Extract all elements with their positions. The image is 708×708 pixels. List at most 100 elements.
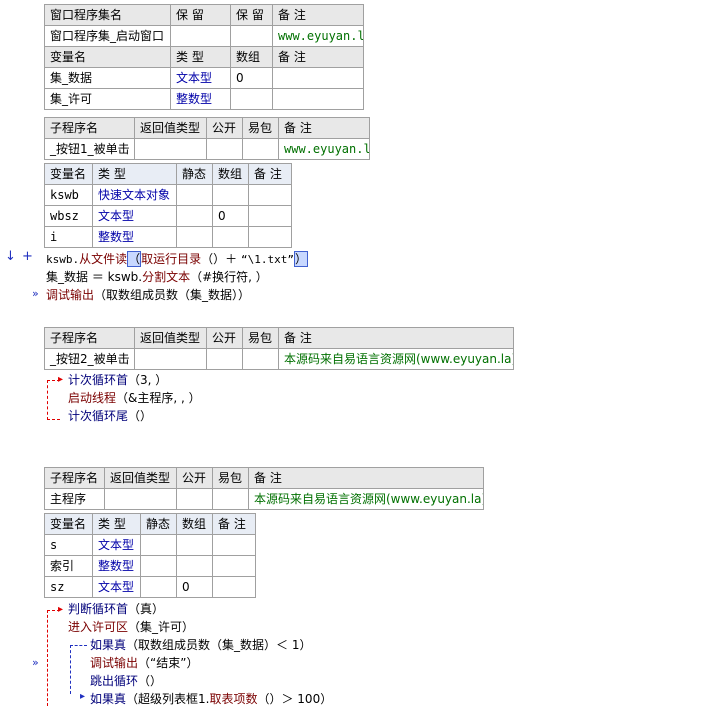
public-cell[interactable] (176, 488, 213, 510)
var-static-cell[interactable] (140, 534, 177, 556)
sub2-table: 子程序名 返回值类型 公开 易包 备 注 _按钮2_被单击 本源码来自易语言资源… (44, 327, 514, 370)
package-cell[interactable] (242, 348, 279, 370)
code-args-end: ） (186, 656, 199, 670)
var-array-cell[interactable] (212, 226, 249, 248)
header-return-type: 返回值类型 (134, 327, 207, 349)
header-return-type: 返回值类型 (134, 117, 207, 139)
breakpoint-icon[interactable]: » (32, 656, 39, 669)
code-line-enter-lock[interactable]: 进入许可区（集_许可） (68, 618, 194, 636)
var-type-cell[interactable]: 文本型 (92, 205, 177, 227)
header-package: 易包 (242, 117, 279, 139)
text-cursor-end: ） (294, 251, 309, 267)
var-note-cell[interactable] (248, 226, 292, 248)
var-type-cell[interactable]: 文本型 (170, 67, 231, 89)
var-type-cell[interactable]: 文本型 (92, 534, 141, 556)
sub-name-cell[interactable]: _按钮2_被单击 (44, 348, 135, 370)
var-name-cell[interactable]: 索引 (44, 555, 93, 577)
var-name-cell[interactable]: 集_数据 (44, 67, 171, 89)
code-function: 取运行目录 (141, 252, 202, 266)
code-args: （超级列表框1. (126, 692, 210, 706)
assembly-note-cell[interactable]: www.eyuyan.la (272, 25, 364, 47)
return-type-cell[interactable] (104, 488, 177, 510)
header-var-type: 类 型 (92, 513, 141, 535)
var-type-cell[interactable]: 整数型 (170, 88, 231, 110)
code-function: 进入许可区 (68, 620, 129, 634)
code-args: （） (138, 674, 163, 688)
var-name-cell[interactable]: kswb (44, 184, 93, 206)
var-array-cell[interactable] (212, 184, 249, 206)
var-name-cell[interactable]: 集_许可 (44, 88, 171, 110)
sub-note-cell[interactable]: 本源码来自易语言资源网(www.eyuyan.la) (248, 488, 484, 510)
public-cell[interactable] (206, 138, 243, 160)
code-function: 调试输出 (46, 288, 95, 302)
header-public: 公开 (206, 117, 243, 139)
var-array-cell[interactable]: 0 (176, 576, 213, 598)
header-reserve-1: 保 留 (170, 4, 231, 26)
sub-note-cell[interactable]: www.eyuyan.la (278, 138, 370, 160)
var-name-cell[interactable]: wbsz (44, 205, 93, 227)
var-array-cell[interactable]: 0 (230, 67, 273, 89)
sub-name-cell[interactable]: _按钮1_被单击 (44, 138, 135, 160)
var-type-cell[interactable]: 快速文本对象 (92, 184, 177, 206)
code-line-split-text[interactable]: 集_数据 ＝ kswb.分割文本（#换行符, ） (46, 268, 268, 286)
var-note-cell[interactable] (212, 555, 256, 577)
code-method: 从文件读 (79, 252, 128, 266)
var-name-cell[interactable]: s (44, 534, 93, 556)
code-line-read-file[interactable]: kswb.从文件读（取运行目录（）＋ “\1.txt”） (46, 250, 309, 269)
code-line-start-thread[interactable]: 启动线程（&主程序, , ） (68, 389, 201, 407)
header-var-note: 备 注 (212, 513, 256, 535)
header-note: 备 注 (278, 117, 370, 139)
package-cell[interactable] (212, 488, 249, 510)
var-static-cell[interactable] (140, 576, 177, 598)
header-var-static: 静态 (140, 513, 177, 535)
code-line-loop-end[interactable]: 计次循环尾（） (68, 407, 152, 425)
plus-icon[interactable]: + (22, 249, 33, 264)
sub3-vars-table: 变量名 类 型 静态 数组 备 注 s 文本型 索引 整数型 sz 文本型 0 (44, 513, 256, 598)
var-note-cell[interactable] (272, 88, 364, 110)
sub-name-cell[interactable]: 主程序 (44, 488, 105, 510)
code-keyword: 跳出循环 (90, 674, 139, 688)
code-object: kswb. (46, 253, 80, 266)
var-static-cell[interactable] (176, 226, 213, 248)
var-name-cell[interactable]: i (44, 226, 93, 248)
code-line-debug-end[interactable]: 调试输出（“结束”） (90, 654, 198, 672)
code-line-if-count[interactable]: 如果真（超级列表框1.取表项数（）＞ 100） (90, 690, 332, 708)
assembly-name-cell[interactable]: 窗口程序集_启动窗口 (44, 25, 171, 47)
code-line-break-loop[interactable]: 跳出循环（） (90, 672, 162, 690)
reserve-cell-2[interactable] (230, 25, 273, 47)
public-cell[interactable] (206, 348, 243, 370)
code-keyword: 如果真 (90, 692, 127, 706)
var-type-cell[interactable]: 整数型 (92, 555, 141, 577)
header-var-note: 备 注 (248, 163, 292, 185)
code-line-if-empty[interactable]: 如果真（取数组成员数（集_数据）＜ 1） (90, 636, 311, 654)
var-note-cell[interactable] (248, 184, 292, 206)
var-note-cell[interactable] (212, 576, 256, 598)
sub-note-cell[interactable]: 本源码来自易语言资源网(www.eyuyan.la) (278, 348, 514, 370)
down-arrow-icon: ↓ (5, 249, 16, 264)
var-array-cell[interactable] (230, 88, 273, 110)
code-line-while-start[interactable]: 判断循环首（真） (68, 600, 164, 618)
code-line-debug-output[interactable]: 调试输出（取数组成员数（集_数据）） (46, 286, 250, 304)
var-note-cell[interactable] (272, 67, 364, 89)
reserve-cell-1[interactable] (170, 25, 231, 47)
var-static-cell[interactable] (140, 555, 177, 577)
header-note: 备 注 (272, 4, 364, 26)
var-type-cell[interactable]: 整数型 (92, 226, 177, 248)
var-array-cell[interactable] (176, 534, 213, 556)
var-note-cell[interactable] (248, 205, 292, 227)
code-line-loop-start[interactable]: 计次循环首（3, ） (68, 371, 167, 389)
header-var-note: 备 注 (272, 46, 364, 68)
var-name-cell[interactable]: sz (44, 576, 93, 598)
var-note-cell[interactable] (212, 534, 256, 556)
code-keyword: 如果真 (90, 638, 127, 652)
var-static-cell[interactable] (176, 205, 213, 227)
return-type-cell[interactable] (134, 348, 207, 370)
var-array-cell[interactable] (176, 555, 213, 577)
var-type-cell[interactable]: 文本型 (92, 576, 141, 598)
breakpoint-icon[interactable]: » (32, 287, 39, 300)
var-array-cell[interactable]: 0 (212, 205, 249, 227)
return-type-cell[interactable] (134, 138, 207, 160)
package-cell[interactable] (242, 138, 279, 160)
sub3-table: 子程序名 返回值类型 公开 易包 备 注 主程序 本源码来自易语言资源网(www… (44, 467, 484, 510)
var-static-cell[interactable] (176, 184, 213, 206)
